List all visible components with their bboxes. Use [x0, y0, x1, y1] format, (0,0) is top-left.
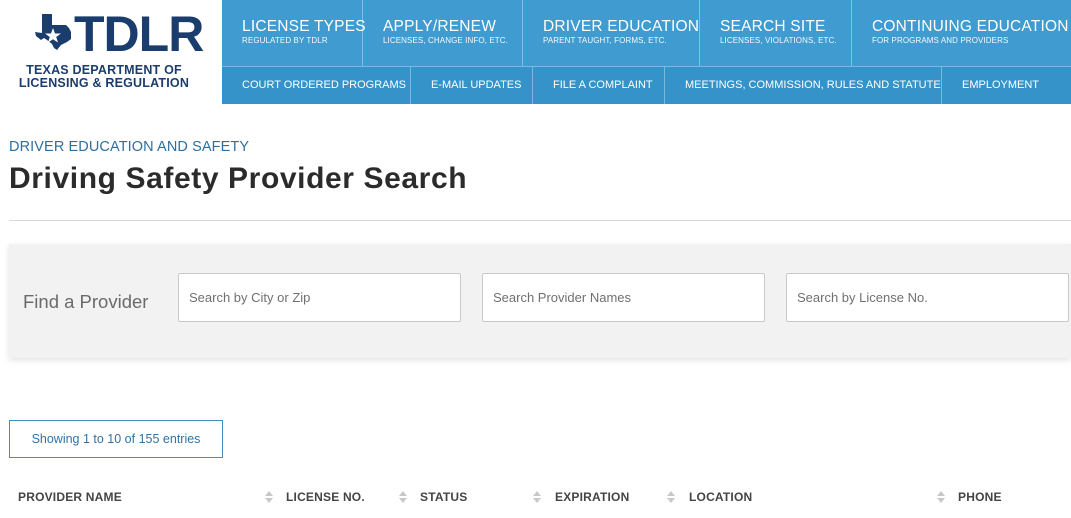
- sort-icon[interactable]: [265, 491, 273, 503]
- main-navigation: LICENSE TYPES REGULATED BY TDLR APPLY/RE…: [222, 0, 1071, 104]
- nav-search-site[interactable]: SEARCH SITE LICENSES, VIOLATIONS, ETC.: [700, 0, 852, 66]
- sort-icon[interactable]: [399, 491, 407, 503]
- results-table-header: PROVIDER NAME LICENSE NO. STATUS EXPIRAT…: [9, 478, 1071, 518]
- nav-license-types[interactable]: LICENSE TYPES REGULATED BY TDLR: [222, 0, 366, 66]
- sort-icon[interactable]: [937, 491, 945, 503]
- nav-subtitle: LICENSES, VIOLATIONS, ETC.: [720, 36, 837, 45]
- nav-continuing-education[interactable]: CONTINUING EDUCATION FOR PROGRAMS AND PR…: [852, 0, 1071, 66]
- section-label[interactable]: DRIVER EDUCATION AND SAFETY: [9, 139, 249, 155]
- city-zip-search-input[interactable]: [178, 273, 461, 322]
- column-phone[interactable]: PHONE: [958, 490, 1002, 504]
- column-status[interactable]: STATUS: [420, 490, 467, 504]
- nav-title: DRIVER EDUCATION: [543, 18, 700, 35]
- nav-email-updates[interactable]: E-MAIL UPDATES: [411, 67, 533, 104]
- nav-subtitle: FOR PROGRAMS AND PROVIDERS: [872, 36, 1009, 45]
- entries-count-badge: Showing 1 to 10 of 155 entries: [9, 420, 223, 458]
- nav-subtitle: REGULATED BY TDLR: [242, 36, 328, 45]
- nav-meetings-commission[interactable]: MEETINGS, COMMISSION, RULES AND STATUTE: [665, 67, 942, 104]
- site-header: TDLR TEXAS DEPARTMENT OF LICENSING & REG…: [0, 0, 1071, 104]
- search-panel: Find a Provider: [9, 244, 1071, 358]
- nav-title: CONTINUING EDUCATION: [872, 18, 1069, 35]
- license-number-search-input[interactable]: [786, 273, 1069, 322]
- sort-icon[interactable]: [667, 491, 675, 503]
- nav-file-a-complaint[interactable]: FILE A COMPLAINT: [533, 67, 665, 104]
- tdlr-logo[interactable]: TDLR TEXAS DEPARTMENT OF LICENSING & REG…: [0, 0, 222, 104]
- divider: [9, 220, 1071, 221]
- texas-star-icon: [35, 14, 71, 50]
- nav-apply-renew[interactable]: APPLY/RENEW LICENSES, CHANGE INFO, ETC.: [363, 0, 523, 66]
- column-expiration[interactable]: EXPIRATION: [555, 490, 629, 504]
- nav-title: APPLY/RENEW: [383, 18, 497, 35]
- nav-title: SEARCH SITE: [720, 18, 826, 35]
- primary-nav: LICENSE TYPES REGULATED BY TDLR APPLY/RE…: [222, 0, 1071, 66]
- nav-title: LICENSE TYPES: [242, 18, 366, 35]
- nav-driver-education[interactable]: DRIVER EDUCATION PARENT TAUGHT, FORMS, E…: [523, 0, 700, 66]
- nav-subtitle: PARENT TAUGHT, FORMS, ETC.: [543, 36, 667, 45]
- nav-subtitle: LICENSES, CHANGE INFO, ETC.: [383, 36, 508, 45]
- secondary-nav: COURT ORDERED PROGRAMS E-MAIL UPDATES FI…: [222, 66, 1071, 104]
- nav-court-ordered-programs[interactable]: COURT ORDERED PROGRAMS: [222, 67, 411, 104]
- sort-icon[interactable]: [533, 491, 541, 503]
- find-provider-label: Find a Provider: [23, 291, 149, 312]
- page-title: Driving Safety Provider Search: [9, 162, 468, 195]
- column-location[interactable]: LOCATION: [689, 490, 752, 504]
- column-license-no[interactable]: LICENSE NO.: [286, 490, 365, 504]
- logo-subtitle: TEXAS DEPARTMENT OF LICENSING & REGULATI…: [18, 63, 190, 90]
- provider-name-search-input[interactable]: [482, 273, 765, 322]
- column-provider-name[interactable]: PROVIDER NAME: [18, 490, 122, 504]
- logo-wordmark: TDLR: [74, 6, 204, 62]
- nav-employment[interactable]: EMPLOYMENT: [942, 67, 1071, 104]
